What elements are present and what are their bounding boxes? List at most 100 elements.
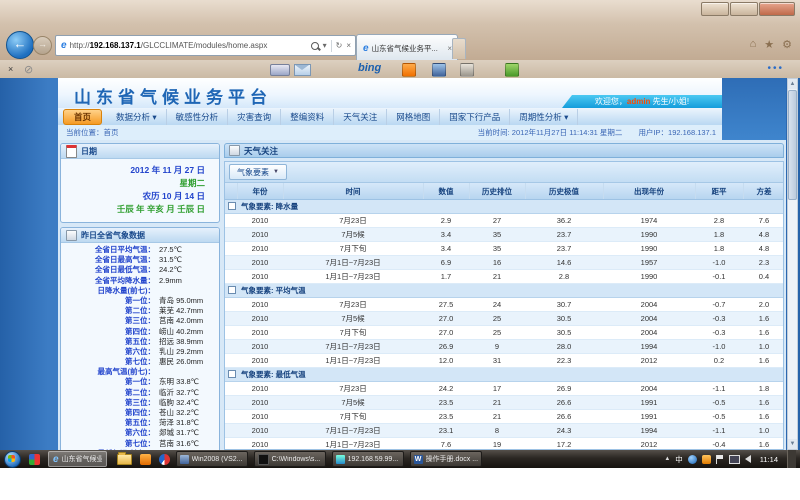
show-desktop-button[interactable] [787, 450, 796, 468]
taskbar-window[interactable]: W操作手册.docx ... [410, 451, 482, 467]
nav-item-1[interactable]: 数据分析 ▾ [107, 109, 167, 125]
expand-box-icon[interactable] [228, 286, 236, 294]
row-select-cell [225, 396, 237, 410]
table-row[interactable]: 20107月23日27.52430.72004-0.72.0 [225, 298, 784, 312]
taskbar-ie-window[interactable]: e 山东省气候业务平台 [48, 451, 107, 467]
table-row[interactable]: 20107月下旬3.43523.719901.84.8 [225, 242, 784, 256]
taskbar-windows: Win2008 (VS2... C:\Windows\s... 192.168.59… [170, 451, 482, 467]
status-bar: 当前位置：首页 当前时间: 2012年11月27日 11:14:31 星期二 用… [58, 125, 722, 141]
addon-blue-icon[interactable] [432, 63, 446, 77]
table-row[interactable]: 20107月1日~7月23日23.1824.31994-1.11.0 [225, 424, 784, 438]
url-text[interactable]: http://192.168.137.1/GLCCLIMATE/modules/… [70, 41, 311, 50]
stop-icon[interactable]: × [346, 41, 351, 50]
scroll-up-icon[interactable]: ▲ [788, 79, 797, 89]
taskbar-clock[interactable]: 11:14 [756, 455, 782, 464]
taskbar-window-label: Win2008 (VS2... [192, 456, 243, 463]
more-options-dots-icon[interactable]: ••• [767, 63, 784, 74]
home-icon[interactable]: ⌂ [750, 38, 757, 51]
table-group-row[interactable]: 气象要素: 最低气温 [225, 368, 784, 382]
group-expand-cell[interactable] [225, 284, 237, 298]
addon-green-icon[interactable] [505, 63, 519, 77]
explorer-folder-icon[interactable] [117, 454, 132, 465]
ime-indicator[interactable]: 中 [675, 454, 683, 465]
table-row[interactable]: 20107月1日~7月23日6.91614.61957-1.02.3 [225, 256, 784, 270]
nav-item-7[interactable]: 国家下行产品 [440, 109, 510, 125]
mail-addon-icon[interactable] [294, 64, 311, 76]
breadcrumb: 当前位置：首页 [58, 127, 119, 138]
page-favicon-icon: e [58, 40, 70, 51]
group-title-cell: 气象要素: 最低气温 [237, 368, 784, 382]
tray-expand-icon[interactable]: ▲ [664, 456, 670, 462]
table-row[interactable]: 20101月1日~7月23日1.7212.81990-0.10.4 [225, 270, 784, 284]
speaker-icon[interactable] [745, 455, 751, 463]
favorites-star-icon[interactable]: ★ [764, 38, 774, 51]
group-expand-cell[interactable] [225, 368, 237, 382]
table-group-row[interactable]: 气象要素: 降水量 [225, 200, 784, 214]
nav-item-2[interactable]: 敏感性分析 [167, 109, 229, 125]
table-row[interactable]: 20101月1日~7月23日12.03122.320120.21.6 [225, 354, 784, 368]
action-center-flag-icon[interactable] [716, 455, 724, 464]
table-row[interactable]: 20107月5候23.52126.61991-0.51.6 [225, 396, 784, 410]
expand-box-icon[interactable] [228, 202, 236, 210]
quicklaunch-browser-icon[interactable] [159, 454, 170, 465]
quicklaunch-orange-icon[interactable] [140, 454, 151, 465]
group-expand-cell[interactable] [225, 200, 237, 214]
column-header: 方差 [743, 183, 784, 200]
table-row[interactable]: 20107月5候27.02530.52004-0.31.6 [225, 312, 784, 326]
nav-item-8[interactable]: 周期性分析 ▾ [510, 109, 578, 125]
card-addon-icon[interactable] [270, 64, 290, 76]
table-row[interactable]: 20107月5候3.43523.719901.84.8 [225, 228, 784, 242]
cell: 26.9 [525, 382, 603, 396]
taskbar-window[interactable]: Win2008 (VS2... [176, 451, 248, 467]
taskbar-window[interactable]: 192.168.59.99... [332, 451, 404, 467]
site-title: 山东省气候业务平台 [74, 83, 272, 108]
table-row[interactable]: 20107月1日~7月23日26.9928.01994-1.01.0 [225, 340, 784, 354]
nav-item-3[interactable]: 灾害查询 [228, 109, 281, 125]
expand-box-icon[interactable] [228, 370, 236, 378]
tab-title[interactable]: 山东省气候业务平... [372, 43, 446, 54]
page-scrollbar[interactable]: ▲ ▼ [787, 78, 798, 450]
tray-blue-icon[interactable] [688, 455, 697, 464]
network-icon[interactable] [729, 455, 740, 464]
addon-orange-icon[interactable] [402, 63, 416, 77]
table-row[interactable]: 20107月23日24.21726.92004-1.11.8 [225, 382, 784, 396]
browser-tab[interactable]: e 山东省气候业务平... × [356, 34, 458, 61]
forward-button[interactable]: → [33, 36, 52, 55]
quicklaunch-app-icon[interactable] [29, 454, 40, 465]
cell: 1994 [603, 424, 695, 438]
address-bar[interactable]: e http://192.168.137.1/GLCCLIMATE/module… [55, 35, 356, 56]
search-dropdown-icon[interactable]: ▾ [323, 41, 327, 50]
table-group-row[interactable]: 气象要素: 平均气温 [225, 284, 784, 298]
table-row[interactable]: 20107月下旬27.02530.52004-0.31.6 [225, 326, 784, 340]
refresh-icon[interactable]: ↻ [336, 41, 343, 50]
maximize-button[interactable] [730, 2, 758, 16]
cell: 24.2 [423, 382, 469, 396]
close-button[interactable] [759, 2, 795, 16]
tab-favicon-icon: e [360, 43, 372, 54]
bing-logo[interactable]: bing [358, 62, 381, 74]
scroll-down-icon[interactable]: ▼ [788, 439, 797, 449]
element-dropdown-button[interactable]: 气象要素 ▼ [229, 164, 287, 180]
start-button[interactable] [4, 451, 21, 468]
tray-security-icon[interactable] [702, 455, 711, 464]
nav-item-0[interactable]: 首页 [63, 109, 102, 125]
addon-gray-icon[interactable] [460, 63, 474, 77]
table-row[interactable]: 20107月下旬23.52126.61991-0.51.6 [225, 410, 784, 424]
back-button[interactable]: ← [6, 31, 34, 59]
new-tab-button[interactable] [452, 38, 466, 59]
table-row[interactable]: 20101月1日~7月23日7.61917.22012-0.41.6 [225, 438, 784, 451]
username: admin [627, 97, 651, 106]
nav-item-5[interactable]: 天气关注 [334, 109, 387, 125]
taskbar-window[interactable]: C:\Windows\s... [254, 451, 326, 467]
nav-item-4[interactable]: 整编资料 [281, 109, 334, 125]
minimize-button[interactable] [701, 2, 729, 16]
scrollbar-thumb[interactable] [788, 90, 797, 200]
search-icon[interactable] [311, 42, 319, 50]
tools-gear-icon[interactable]: ⚙ [782, 38, 792, 51]
weather-panel-body: 全省日平均气温：27.5℃全省日最高气温：31.5℃全省日最低气温：24.2℃全… [61, 243, 219, 450]
toolbar-close-icon[interactable]: × [8, 64, 13, 74]
table-row[interactable]: 20107月23日2.92736.219742.87.6 [225, 214, 784, 228]
nav-item-6[interactable]: 网格地图 [387, 109, 440, 125]
cell: 2010 [237, 214, 283, 228]
blocked-icon[interactable]: ⊘ [24, 63, 33, 76]
